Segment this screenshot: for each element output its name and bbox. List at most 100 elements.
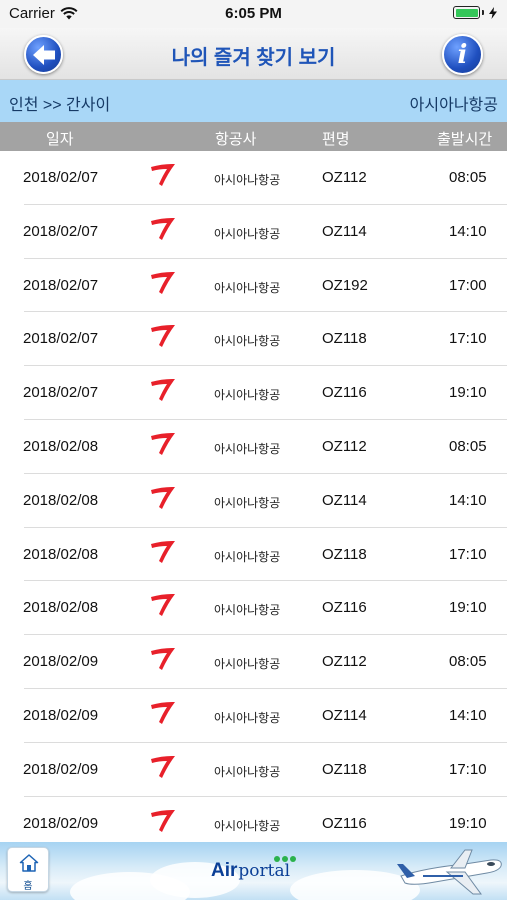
table-row[interactable]: 2018/02/08 아시아나항공 OZ118 17:10 bbox=[23, 528, 507, 582]
info-button[interactable]: i bbox=[442, 34, 483, 75]
row-airline: 아시아나항공 bbox=[214, 226, 281, 241]
row-flight-number: OZ118 bbox=[322, 760, 367, 778]
row-date: 2018/02/07 bbox=[23, 330, 99, 348]
asiana-logo-icon bbox=[150, 324, 176, 352]
row-flight-number: OZ116 bbox=[322, 814, 367, 832]
table-header: 일자 항공사 편명 출발시간 bbox=[0, 122, 507, 151]
info-icon: i bbox=[457, 39, 468, 70]
clock: 6:05 PM bbox=[225, 5, 282, 22]
row-date: 2018/02/08 bbox=[23, 491, 99, 509]
asiana-logo-icon bbox=[150, 701, 176, 729]
row-departure-time: 14:10 bbox=[449, 491, 487, 509]
row-date: 2018/02/08 bbox=[23, 545, 99, 563]
status-bar: Carrier 6:05 PM bbox=[0, 0, 507, 28]
row-airline: 아시아나항공 bbox=[214, 280, 281, 295]
row-airline: 아시아나항공 bbox=[214, 334, 281, 349]
row-flight-number: OZ112 bbox=[322, 169, 367, 186]
row-departure-time: 17:10 bbox=[449, 545, 487, 563]
row-airline: 아시아나항공 bbox=[214, 818, 281, 833]
row-flight-number: OZ114 bbox=[322, 491, 367, 509]
row-airline: 아시아나항공 bbox=[214, 388, 281, 403]
row-flight-number: OZ114 bbox=[322, 706, 367, 724]
table-row[interactable]: 2018/02/09 아시아나항공 OZ116 19:10 bbox=[23, 797, 507, 842]
charging-bolt-icon bbox=[489, 6, 497, 19]
asiana-logo-icon bbox=[150, 809, 176, 837]
row-flight-number: OZ116 bbox=[322, 599, 367, 617]
table-row[interactable]: 2018/02/08 아시아나항공 OZ116 19:10 bbox=[23, 581, 507, 636]
row-date: 2018/02/08 bbox=[23, 599, 99, 617]
table-row[interactable]: 2018/02/07 아시아나항공 OZ112 08:05 bbox=[23, 151, 507, 205]
row-departure-time: 19:10 bbox=[449, 599, 487, 617]
asiana-logo-icon bbox=[150, 755, 176, 783]
row-date: 2018/02/07 bbox=[23, 276, 99, 294]
header-departure-time: 출발시간 bbox=[437, 131, 493, 148]
table-row[interactable]: 2018/02/07 아시아나항공 OZ192 17:00 bbox=[23, 259, 507, 313]
asiana-logo-icon bbox=[150, 271, 176, 299]
flight-list[interactable]: 2018/02/07 아시아나항공 OZ112 08:05 2018/02/07… bbox=[0, 151, 507, 842]
page-title: 나의 즐겨 찾기 보기 bbox=[171, 47, 336, 69]
row-airline: 아시아나항공 bbox=[214, 657, 281, 672]
row-airline: 아시아나항공 bbox=[214, 603, 281, 618]
row-departure-time: 14:10 bbox=[449, 222, 487, 240]
brand-portal-text: portal bbox=[238, 861, 291, 881]
home-icon bbox=[19, 854, 39, 872]
bottom-bar: 홈 Air portal bbox=[0, 842, 507, 900]
row-flight-number: OZ114 bbox=[322, 222, 367, 240]
row-flight-number: OZ118 bbox=[322, 330, 367, 348]
row-airline: 아시아나항공 bbox=[214, 710, 281, 725]
row-date: 2018/02/09 bbox=[23, 706, 99, 724]
row-flight-number: OZ112 bbox=[322, 437, 367, 455]
row-departure-time: 17:10 bbox=[449, 330, 487, 348]
home-button[interactable]: 홈 bbox=[7, 847, 49, 892]
row-airline: 아시아나항공 bbox=[214, 764, 281, 779]
row-date: 2018/02/07 bbox=[23, 222, 99, 240]
row-flight-number: OZ118 bbox=[322, 545, 367, 563]
row-airline: 아시아나항공 bbox=[214, 495, 281, 510]
row-departure-time: 08:05 bbox=[449, 437, 487, 455]
row-flight-number: OZ116 bbox=[322, 384, 367, 402]
brand-air-text: Air bbox=[211, 860, 238, 881]
battery-icon bbox=[453, 6, 497, 19]
route-bar: 인천 >> 간사이 아시아나항공 bbox=[0, 80, 507, 122]
row-departure-time: 17:00 bbox=[449, 276, 487, 294]
asiana-logo-icon bbox=[150, 593, 176, 621]
row-departure-time: 08:05 bbox=[449, 169, 487, 186]
row-date: 2018/02/09 bbox=[23, 653, 99, 671]
navigation-bar: 나의 즐겨 찾기 보기 i bbox=[0, 28, 507, 80]
route-label: 인천 >> 간사이 bbox=[9, 97, 111, 114]
row-departure-time: 08:05 bbox=[449, 653, 487, 671]
row-airline: 아시아나항공 bbox=[214, 441, 281, 456]
row-flight-number: OZ112 bbox=[322, 653, 367, 671]
airportal-logo: Air portal bbox=[211, 856, 296, 882]
table-row[interactable]: 2018/02/09 아시아나항공 OZ112 08:05 bbox=[23, 635, 507, 689]
row-departure-time: 17:10 bbox=[449, 760, 487, 778]
table-row[interactable]: 2018/02/08 아시아나항공 OZ114 14:10 bbox=[23, 474, 507, 528]
table-row[interactable]: 2018/02/09 아시아나항공 OZ118 17:10 bbox=[23, 743, 507, 797]
row-departure-time: 14:10 bbox=[449, 706, 487, 724]
row-departure-time: 19:10 bbox=[449, 814, 487, 832]
row-date: 2018/02/07 bbox=[23, 384, 99, 402]
airplane-image bbox=[397, 849, 502, 895]
row-date: 2018/02/09 bbox=[23, 814, 99, 832]
home-label: 홈 bbox=[23, 881, 33, 892]
header-airline: 항공사 bbox=[215, 131, 257, 148]
asiana-logo-icon bbox=[150, 378, 176, 406]
asiana-logo-icon bbox=[150, 486, 176, 514]
asiana-logo-icon bbox=[150, 647, 176, 675]
asiana-logo-icon bbox=[150, 432, 176, 460]
row-airline: 아시아나항공 bbox=[214, 549, 281, 564]
table-row[interactable]: 2018/02/07 아시아나항공 OZ116 19:10 bbox=[23, 366, 507, 420]
table-row[interactable]: 2018/02/09 아시아나항공 OZ114 14:10 bbox=[23, 689, 507, 743]
table-row[interactable]: 2018/02/07 아시아나항공 OZ118 17:10 bbox=[23, 312, 507, 367]
table-row[interactable]: 2018/02/07 아시아나항공 OZ114 14:10 bbox=[23, 205, 507, 259]
route-airline: 아시아나항공 bbox=[409, 97, 498, 114]
table-row[interactable]: 2018/02/08 아시아나항공 OZ112 08:05 bbox=[23, 420, 507, 474]
header-date: 일자 bbox=[46, 131, 74, 148]
header-flight: 편명 bbox=[322, 131, 350, 148]
row-date: 2018/02/07 bbox=[23, 169, 99, 186]
row-date: 2018/02/09 bbox=[23, 760, 99, 778]
row-airline: 아시아나항공 bbox=[214, 173, 281, 187]
brand-dots-icon bbox=[274, 856, 296, 862]
row-departure-time: 19:10 bbox=[449, 384, 487, 402]
row-flight-number: OZ192 bbox=[322, 276, 368, 294]
